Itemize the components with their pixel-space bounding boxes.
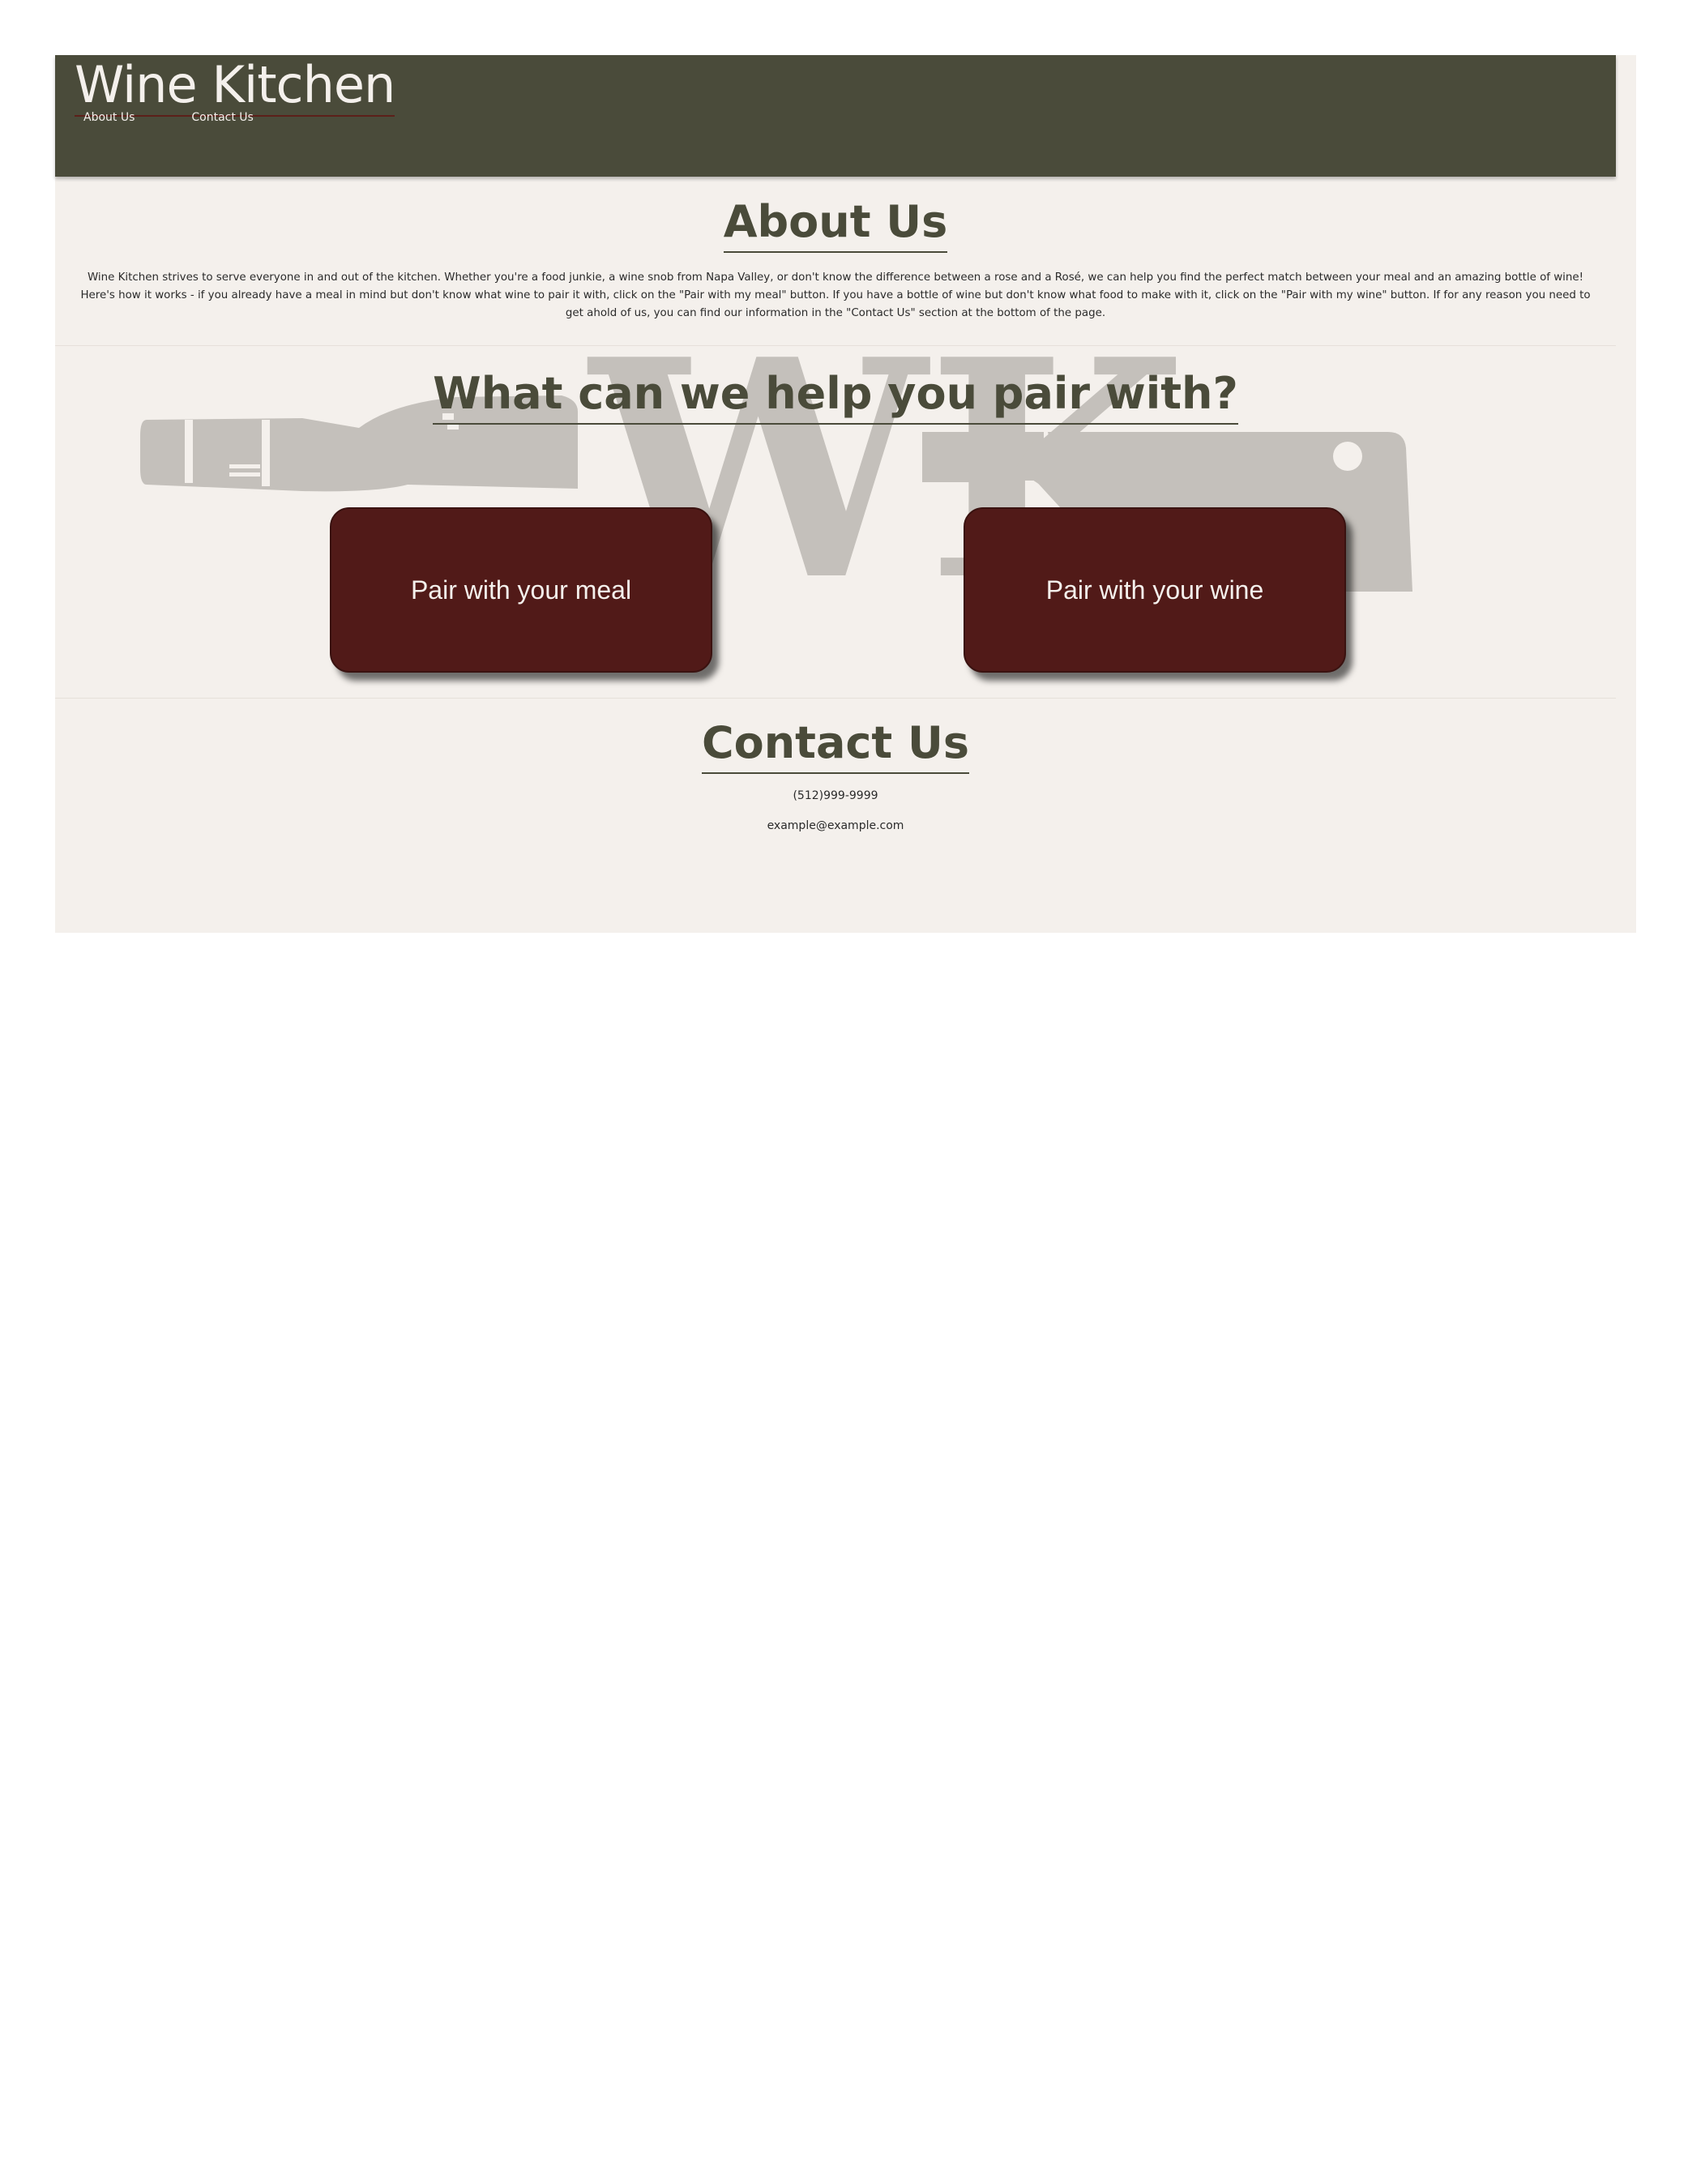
pair-title: What can we help you pair with? [55, 366, 1616, 425]
contact-phone: (512)999-9999 [793, 789, 878, 802]
pair-with-wine-button[interactable]: Pair with your wine [964, 507, 1346, 673]
site-header: Wine Kitchen About Us Contact Us [55, 55, 1616, 177]
page-container: Wine Kitchen About Us Contact Us About U… [55, 55, 1636, 933]
contact-email: example@example.com [767, 819, 904, 832]
main-nav: About Us Contact Us [83, 111, 254, 124]
about-title: About Us [55, 194, 1616, 253]
brand-logo[interactable]: Wine Kitchen [75, 55, 395, 117]
nav-link-contact-us[interactable]: Contact Us [191, 111, 253, 124]
nav-link-about-us[interactable]: About Us [83, 111, 135, 124]
section-divider [55, 345, 1616, 346]
pair-with-meal-button[interactable]: Pair with your meal [330, 507, 712, 673]
contact-title: Contact Us [55, 716, 1616, 774]
about-text: Wine Kitchen strives to serve everyone i… [80, 271, 1591, 319]
section-divider [55, 698, 1616, 699]
